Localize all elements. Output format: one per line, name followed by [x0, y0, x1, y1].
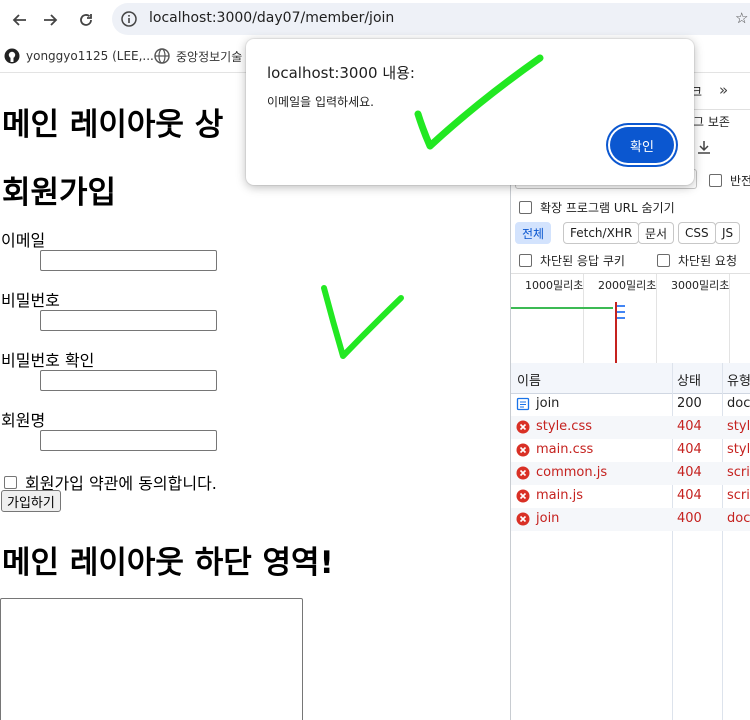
blocked-requests-toggle[interactable]: 차단된 요청 — [657, 252, 737, 269]
hide-extension-urls-toggle[interactable]: 확장 프로그램 URL 숨기기 — [519, 199, 675, 216]
filter-fetch-xhr[interactable]: Fetch/XHR — [563, 222, 640, 244]
request-name: join — [536, 396, 560, 411]
request-name: common.js — [536, 465, 608, 480]
main-layout-header: 메인 레이아웃 상 — [2, 107, 224, 143]
reload-icon — [80, 14, 92, 26]
bookmark-label: 중앙정보기술 — [176, 49, 243, 64]
column-name[interactable]: 이름 — [517, 370, 541, 389]
request-row[interactable]: main.js 404 scrip — [511, 485, 750, 508]
download-icon[interactable] — [697, 140, 711, 154]
request-name: style.css — [536, 419, 592, 434]
more-tabs-icon[interactable]: » — [719, 81, 728, 99]
request-type: style — [727, 419, 750, 434]
request-type: scrip — [727, 488, 750, 503]
bookmark-label: yonggyo1125 (LEE,... — [26, 49, 154, 63]
request-status: 200 — [677, 396, 702, 411]
email-field[interactable] — [40, 250, 217, 271]
request-status: 400 — [677, 511, 702, 526]
blocked-cookies-checkbox[interactable] — [519, 254, 532, 267]
request-row[interactable]: main.css 404 style — [511, 439, 750, 462]
address-bar[interactable]: localhost:3000/day07/member/join — [112, 3, 750, 35]
dialog-title: localhost:3000 내용: — [267, 64, 415, 82]
preserve-log-label[interactable]: 그 보존 — [693, 113, 730, 130]
request-name: main.js — [536, 488, 583, 503]
request-type: style — [727, 442, 750, 457]
member-name-field[interactable] — [40, 430, 217, 451]
request-name: main.css — [536, 442, 594, 457]
alert-dialog: localhost:3000 내용: 이메일을 입력하세요. 확인 — [246, 39, 694, 185]
timeline-tick: 2000밀리초 — [598, 279, 657, 292]
timeline-request-bar — [617, 305, 625, 307]
timeline-tick: 3000밀리초 — [671, 279, 730, 292]
arrow-right-icon — [44, 14, 58, 26]
request-row[interactable]: join 200 doc — [511, 393, 750, 416]
timeline-request-bar — [617, 317, 625, 319]
request-name: join — [536, 511, 560, 526]
password-label: 비밀번호 — [1, 291, 60, 310]
invert-label: 반전 — [730, 174, 750, 188]
request-type: doc — [727, 396, 750, 411]
column-status[interactable]: 상태 — [677, 370, 701, 389]
error-icon — [516, 443, 530, 457]
error-icon — [516, 489, 530, 503]
network-timeline[interactable]: 1000밀리초 2000밀리초 3000밀리초 — [511, 273, 750, 365]
request-type: scrip — [727, 465, 750, 480]
bookmark-github[interactable]: yonggyo1125 (LEE,... — [4, 47, 154, 65]
request-status: 404 — [677, 442, 702, 457]
filter-all[interactable]: 전체 — [515, 222, 552, 244]
email-label: 이메일 — [1, 231, 46, 250]
error-icon — [516, 466, 530, 480]
back-button[interactable] — [8, 8, 32, 32]
password-confirm-label: 비밀번호 확인 — [1, 351, 95, 370]
error-icon — [516, 420, 530, 434]
blocked-requests-checkbox[interactable] — [657, 254, 670, 267]
forward-button[interactable] — [38, 8, 62, 32]
join-submit-button[interactable]: 가입하기 — [1, 490, 61, 512]
requests-table-header: 이름 상태 유형 — [511, 363, 750, 394]
github-icon — [4, 48, 20, 64]
bookmark-star-icon[interactable]: ☆ — [735, 9, 748, 27]
request-row[interactable]: style.css 404 style — [511, 416, 750, 439]
request-row[interactable]: join 400 doc — [511, 508, 750, 531]
request-status: 404 — [677, 465, 702, 480]
globe-icon — [154, 48, 170, 64]
dialog-message: 이메일을 입력하세요. — [267, 95, 374, 109]
timeline-tick: 1000밀리초 — [525, 279, 584, 292]
document-icon — [516, 397, 530, 411]
error-icon — [516, 512, 530, 526]
password-field[interactable] — [40, 310, 217, 331]
filter-css[interactable]: CSS — [678, 222, 716, 244]
filter-js[interactable]: JS — [715, 222, 741, 244]
timeline-request-bar — [511, 307, 613, 309]
requests-table: join200docstyle.css404stylemain.css404st… — [511, 393, 750, 531]
dialog-ok-button[interactable]: 확인 — [610, 127, 674, 163]
invert-checkbox[interactable] — [709, 174, 722, 187]
timeline-request-bar — [617, 311, 625, 313]
bookmark-site[interactable]: 중앙정보기술 — [154, 47, 242, 65]
arrow-left-icon — [12, 14, 26, 26]
terms-checkbox[interactable] — [4, 475, 17, 489]
request-type: doc — [727, 511, 750, 526]
column-type[interactable]: 유형 — [727, 370, 750, 389]
request-row[interactable]: common.js 404 scrip — [511, 462, 750, 485]
page-title: 회원가입 — [2, 175, 117, 211]
blocked-cookies-toggle[interactable]: 차단된 응답 쿠키 — [519, 252, 625, 269]
request-status: 404 — [677, 419, 702, 434]
hide-extension-urls-label: 확장 프로그램 URL 숨기기 — [540, 201, 675, 215]
member-name-label: 회원명 — [1, 411, 46, 430]
filter-doc[interactable]: 문서 — [638, 222, 675, 244]
blocked-cookies-label: 차단된 응답 쿠키 — [540, 254, 625, 268]
reload-button[interactable] — [74, 8, 98, 32]
site-info-icon[interactable] — [120, 10, 138, 28]
request-status: 404 — [677, 488, 702, 503]
browser-toolbar: localhost:3000/day07/member/join ☆ — [0, 0, 750, 40]
url-text: localhost:3000/day07/member/join — [149, 10, 395, 26]
main-layout-footer: 메인 레이아웃 하단 영역! — [2, 545, 334, 581]
invert-toggle[interactable]: 반전 — [709, 172, 750, 189]
footer-textarea[interactable] — [0, 598, 303, 720]
password-confirm-field[interactable] — [40, 370, 217, 391]
blocked-requests-label: 차단된 요청 — [678, 254, 738, 268]
hide-extension-urls-checkbox[interactable] — [519, 201, 532, 214]
